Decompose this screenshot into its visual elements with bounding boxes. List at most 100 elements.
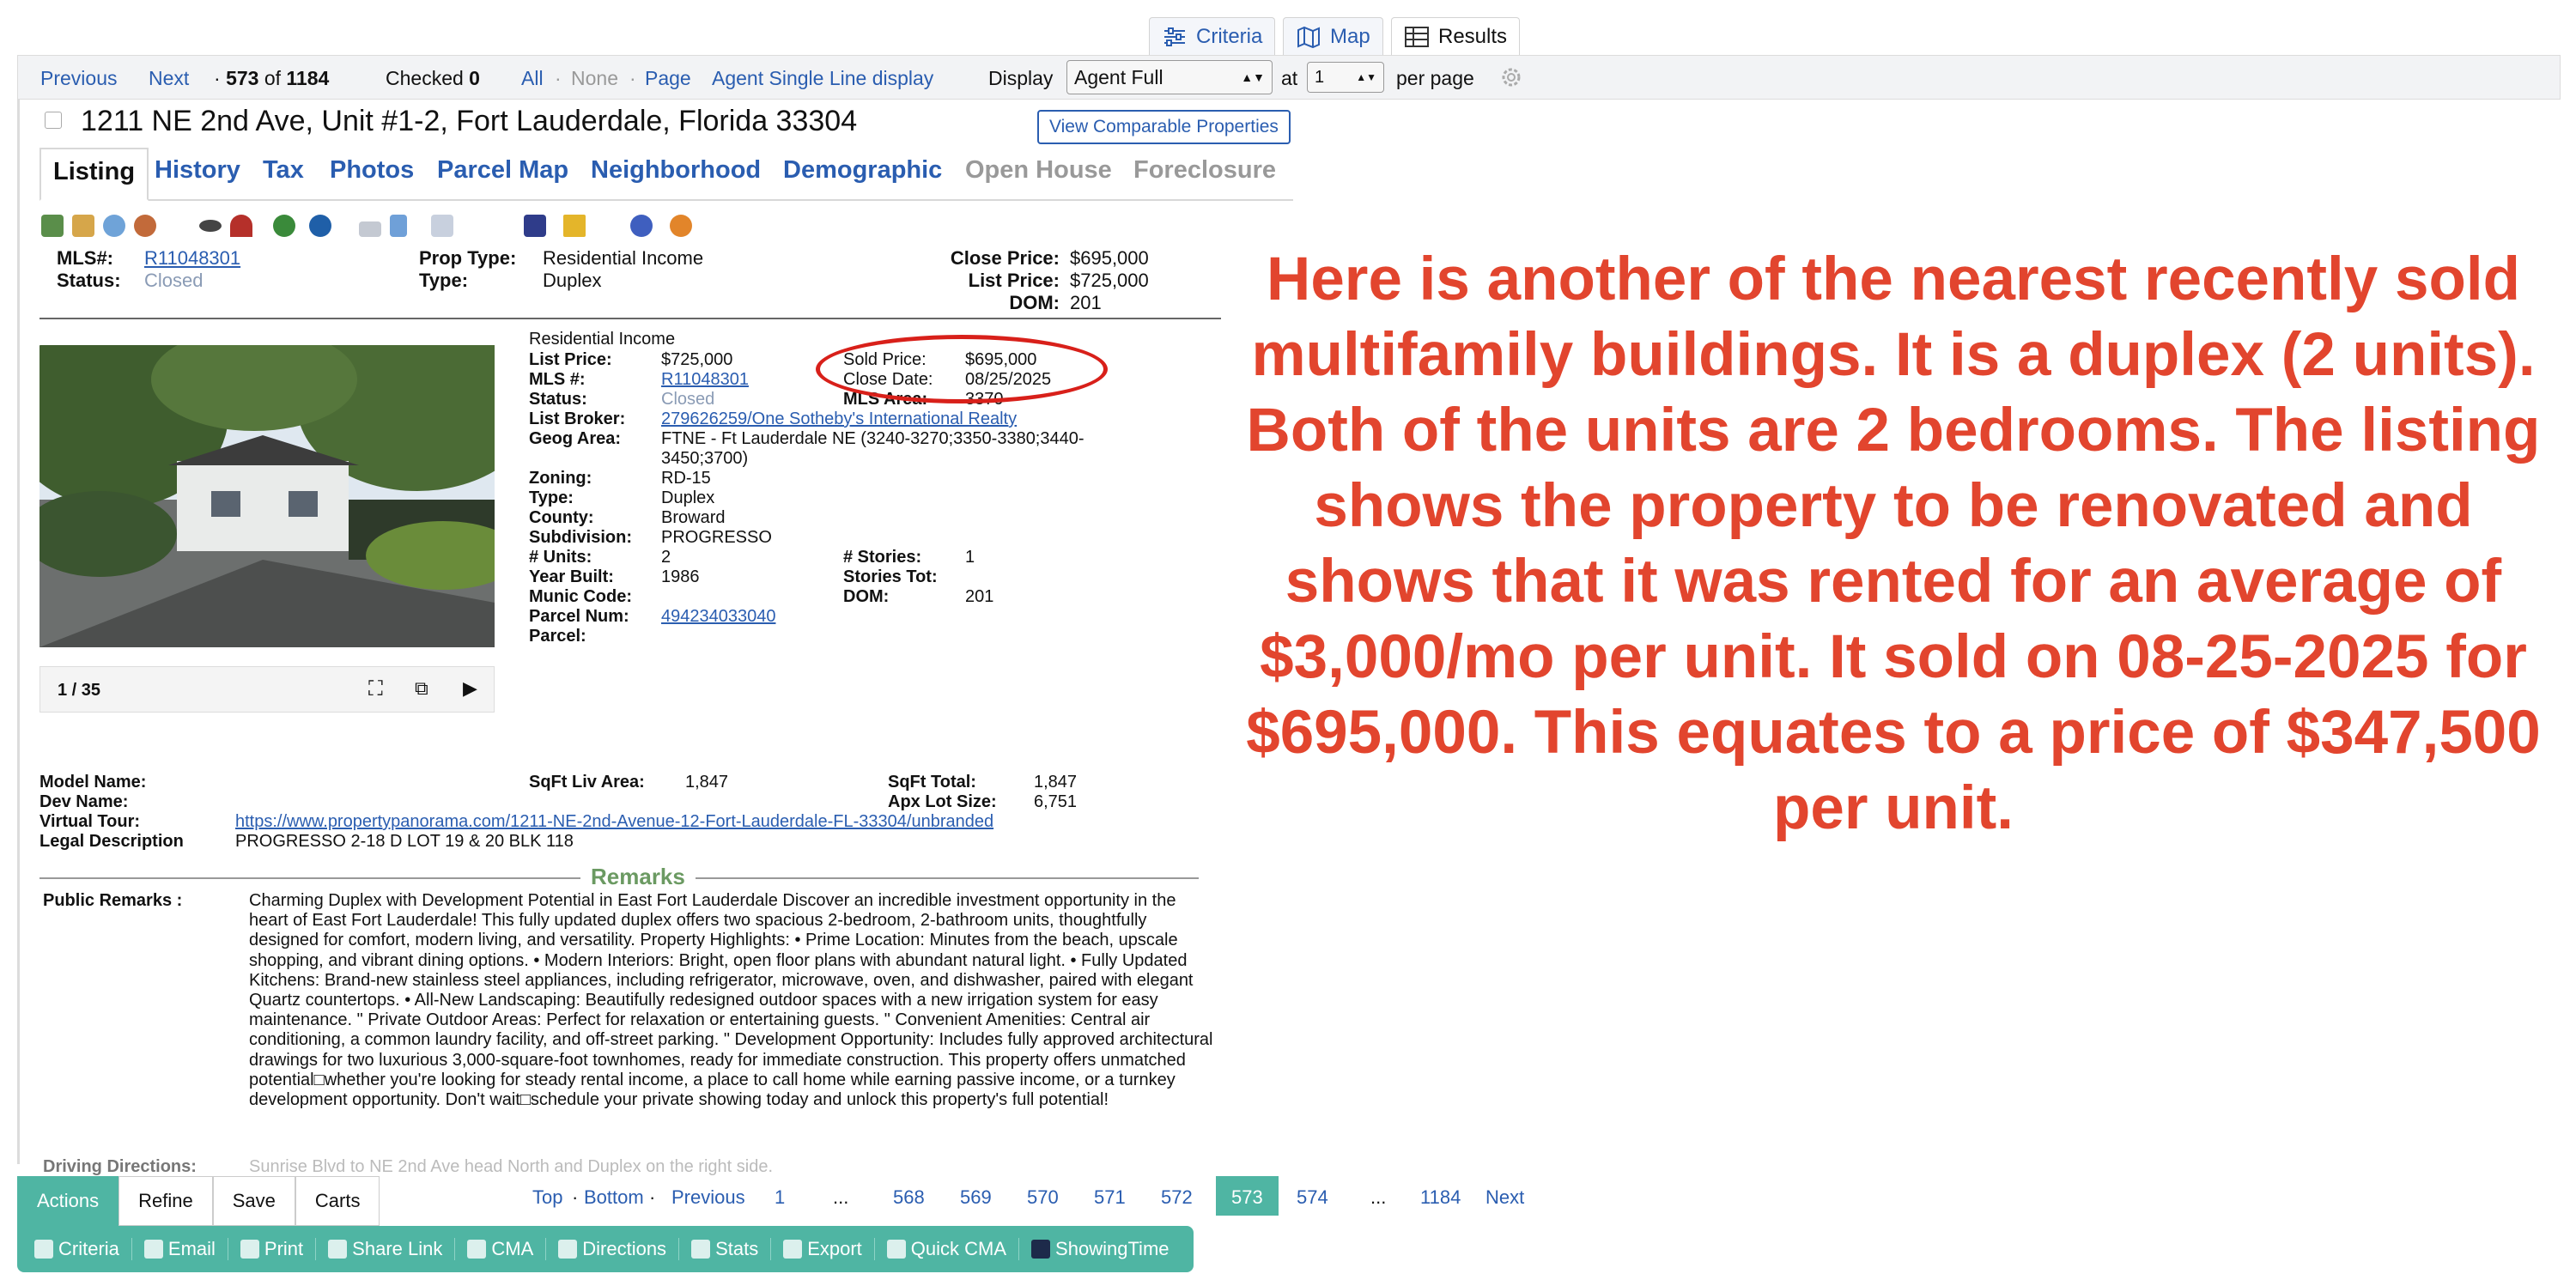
building-icon[interactable] <box>431 215 453 237</box>
tab-history[interactable]: History <box>155 156 240 185</box>
email-icon <box>143 1240 163 1259</box>
globe-icon[interactable] <box>134 215 156 237</box>
summary-type-value: Duplex <box>543 270 602 291</box>
tab-criteria[interactable]: Criteria <box>1149 17 1276 55</box>
share-link-action-button[interactable]: Share Link <box>328 1238 456 1260</box>
showingtime-icon <box>1031 1240 1051 1259</box>
detail-label: SqFt Total: <box>888 773 976 792</box>
settings-icon[interactable] <box>103 215 125 237</box>
summary-close-price-label: Close Price: <box>950 247 1060 269</box>
property-photo[interactable] <box>39 345 495 647</box>
tab-tax[interactable]: Tax <box>263 156 304 185</box>
tab-neighborhood[interactable]: Neighborhood <box>591 156 761 185</box>
directions-action-button[interactable]: Directions <box>558 1238 680 1260</box>
check-none-link[interactable]: None <box>571 67 618 90</box>
pager-page[interactable]: 570 <box>1027 1186 1059 1209</box>
detail-label: Stories Tot: <box>843 567 938 586</box>
tab-criteria-label: Criteria <box>1196 24 1263 48</box>
house-icon[interactable] <box>524 215 546 237</box>
pager-previous-link[interactable]: Previous <box>671 1186 745 1209</box>
play-icon[interactable]: ▶ <box>463 677 477 700</box>
previous-link[interactable]: Previous <box>40 67 117 90</box>
listing-checkbox[interactable] <box>45 112 62 129</box>
pager-next-link[interactable]: Next <box>1485 1186 1524 1209</box>
gear-icon[interactable] <box>1499 65 1523 89</box>
annotation-text: Here is another of the nearest recently … <box>1246 246 2541 842</box>
tab-carts[interactable]: Carts <box>295 1176 380 1226</box>
quick-cma-action-button[interactable]: Quick CMA <box>886 1238 1020 1260</box>
pager-page[interactable]: 568 <box>893 1186 925 1209</box>
pager-bottom-link[interactable]: Bottom <box>584 1186 644 1209</box>
detail-status: Closed <box>661 390 715 409</box>
check-page-link[interactable]: Page <box>645 67 691 90</box>
tab-actions[interactable]: Actions <box>17 1176 119 1226</box>
image-gallery-icon[interactable] <box>72 215 94 237</box>
tab-map-label: Map <box>1330 24 1370 48</box>
agent-single-line-link[interactable]: Agent Single Line display <box>712 67 933 90</box>
photo-controls: 1 / 35 ⛶ ⧉ ▶ <box>39 666 495 713</box>
view-comparable-button[interactable]: View Comparable Properties <box>1037 110 1291 144</box>
next-link[interactable]: Next <box>149 67 189 90</box>
stats-action-button[interactable]: Stats <box>691 1238 772 1260</box>
result-position: · 573 of 1184 <box>214 67 330 89</box>
detail-subdivision: PROGRESSO <box>661 528 772 547</box>
summary-mls-link[interactable]: R11048301 <box>144 247 240 270</box>
pager-page[interactable]: 574 <box>1297 1186 1328 1209</box>
cma-action-button[interactable]: CMA <box>467 1238 547 1260</box>
photo-icon[interactable] <box>41 215 64 237</box>
tab-photos[interactable]: Photos <box>330 156 414 185</box>
detail-sqft-liv: 1,847 <box>685 773 729 792</box>
tab-map[interactable]: Map <box>1283 17 1383 55</box>
annotation-circle <box>816 335 1108 403</box>
tab-results[interactable]: Results <box>1391 17 1521 55</box>
dollar-icon[interactable] <box>273 215 295 237</box>
link-icon[interactable] <box>199 220 222 232</box>
pager-page[interactable]: 571 <box>1094 1186 1126 1209</box>
bar-chart-icon <box>691 1240 711 1259</box>
share-icon[interactable] <box>670 215 692 237</box>
print-icon <box>240 1240 259 1259</box>
display-select[interactable]: Agent Full ▲▼ <box>1066 60 1273 94</box>
tab-refine[interactable]: Refine <box>118 1176 213 1226</box>
people-icon[interactable] <box>630 215 653 237</box>
action-buttons-row: Criteria Email Print Share Link CMA Dire… <box>17 1226 1194 1272</box>
tab-listing[interactable]: Listing <box>39 148 149 201</box>
sliders-icon <box>1164 27 1185 46</box>
detail-parcel-link[interactable]: 494234033040 <box>661 607 775 627</box>
tab-demographic[interactable]: Demographic <box>783 156 942 185</box>
print-action-button[interactable]: Print <box>240 1238 317 1260</box>
detail-broker-link[interactable]: 279626259/One Sotheby's International Re… <box>661 409 1017 429</box>
tab-save[interactable]: Save <box>212 1176 295 1226</box>
criteria-action-button[interactable]: Criteria <box>34 1238 132 1260</box>
plane-icon[interactable] <box>359 221 381 237</box>
listing-address: 1211 NE 2nd Ave, Unit #1-2, Fort Lauderd… <box>81 105 858 137</box>
info-icon[interactable] <box>309 215 331 237</box>
per-page-select[interactable]: 1 ▲▼ <box>1307 62 1384 93</box>
export-action-button[interactable]: Export <box>783 1238 875 1260</box>
detail-mls-link[interactable]: R11048301 <box>661 370 749 390</box>
fullscreen-icon[interactable]: ⛶ <box>368 677 383 701</box>
virtual-tour-link[interactable]: https://www.propertypanorama.com/1211-NE… <box>235 812 993 832</box>
warning-icon[interactable] <box>563 215 586 237</box>
tab-parcel-map[interactable]: Parcel Map <box>437 156 568 185</box>
pager-page[interactable]: 1 <box>775 1186 785 1209</box>
summary-mls-label: MLS#: <box>57 247 113 269</box>
pager-page[interactable]: 572 <box>1161 1186 1193 1209</box>
pager-top-link[interactable]: Top <box>532 1186 562 1209</box>
tools-icon[interactable] <box>390 215 407 237</box>
pager-page[interactable]: 1184 <box>1420 1186 1461 1209</box>
showingtime-action-button[interactable]: ShowingTime <box>1031 1238 1181 1260</box>
pager-page[interactable]: 569 <box>960 1186 992 1209</box>
email-action-button[interactable]: Email <box>143 1238 228 1260</box>
compass-icon <box>558 1240 578 1259</box>
detail-sqft-total: 1,847 <box>1034 773 1078 792</box>
detail-label: MLS #: <box>529 370 586 389</box>
check-all-link[interactable]: All <box>521 67 544 90</box>
search-icon <box>34 1240 53 1259</box>
summary-dom-label: DOM: <box>1009 292 1060 313</box>
popout-icon[interactable]: ⧉ <box>415 677 428 700</box>
summary-status-label: Status: <box>57 270 121 291</box>
magnet-icon[interactable] <box>230 215 252 237</box>
pager-current-page[interactable]: 573 <box>1216 1176 1279 1216</box>
detail-label: County: <box>529 508 594 527</box>
